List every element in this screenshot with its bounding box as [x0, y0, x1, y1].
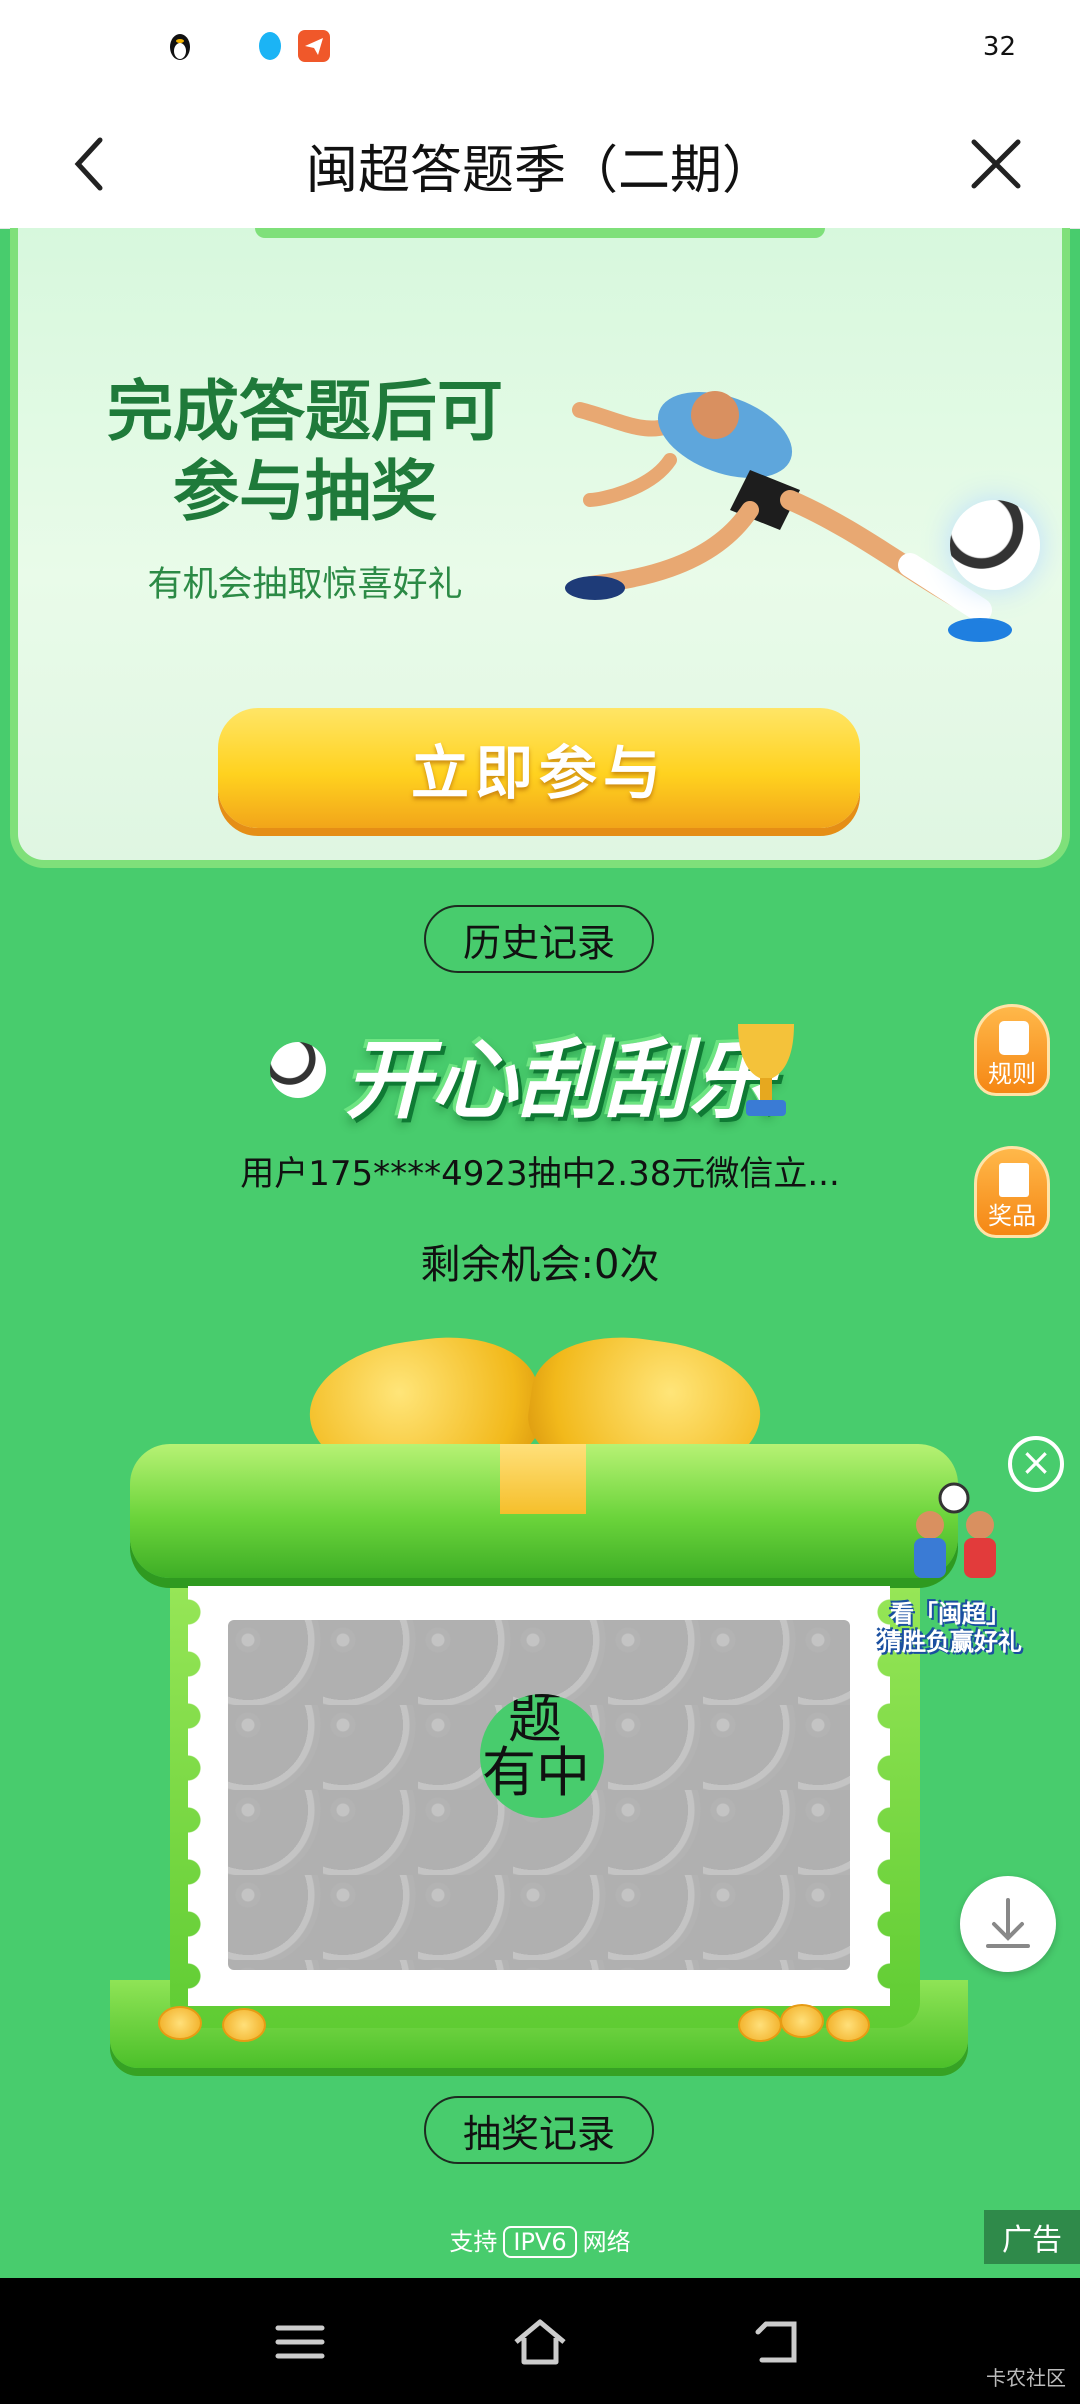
winner-ticker: 用户175****4923抽中2.38元微信立... — [240, 1154, 840, 1194]
qq-penguin-icon — [164, 30, 196, 62]
system-nav-bar: 卡农社区 — [0, 2278, 1080, 2404]
download-button[interactable] — [960, 1876, 1056, 1972]
menu-button[interactable] — [272, 2314, 328, 2370]
download-icon — [986, 1898, 1030, 1948]
soccer-ball-icon — [270, 1042, 326, 1098]
floating-ad-text[interactable]: 看「闽超」 猜胜负赢好礼 — [870, 1600, 1030, 1656]
promo-top-strip — [255, 228, 825, 238]
remaining-chances: 剩余机会:0次 — [420, 1242, 660, 1288]
draw-record-button[interactable]: 抽奖记录 — [424, 2096, 654, 2164]
coin-icon — [738, 2008, 782, 2042]
coin-icon — [158, 2006, 202, 2040]
status-bar: 32 — [0, 0, 1080, 100]
prizes-button[interactable]: 奖品 — [974, 1146, 1050, 1238]
close-icon — [971, 139, 1021, 189]
trophy-icon — [728, 1016, 804, 1122]
document-icon — [999, 1021, 1029, 1055]
gift-ribbon — [500, 1444, 586, 1514]
return-icon — [755, 2321, 797, 2363]
history-record-button[interactable]: 历史记录 — [424, 905, 654, 973]
page-title: 闽超答题季（二期） — [305, 141, 774, 201]
promo-subtitle: 有机会抽取惊喜好礼 — [147, 565, 463, 605]
status-time: 32 — [982, 32, 1016, 62]
home-button[interactable] — [510, 2314, 570, 2370]
qq-icon — [254, 30, 286, 62]
send-app-icon — [298, 30, 330, 62]
ad-tag: 广告 — [984, 2210, 1080, 2264]
menu-icon — [275, 2325, 325, 2359]
promo-headline: 完成答题后可 参与抽奖 — [107, 373, 503, 530]
back-nav-button[interactable] — [752, 2314, 808, 2370]
ipv6-support-note: 支持 IPV6 网络 — [449, 2226, 631, 2258]
rules-button[interactable]: 规则 — [974, 1004, 1050, 1096]
coin-icon — [780, 2004, 824, 2038]
join-now-button[interactable]: 立即参与 — [218, 708, 860, 828]
scratched-reveal: 题 有中 — [480, 1694, 604, 1818]
scratch-game-title: 开心刮刮乐 — [345, 1031, 775, 1131]
watermark: 卡农社区 — [986, 2366, 1066, 2390]
close-button[interactable] — [962, 130, 1030, 198]
glowing-ball-icon — [950, 500, 1040, 590]
coin-icon — [826, 2008, 870, 2042]
home-icon — [514, 2319, 566, 2365]
coin-icon — [222, 2008, 266, 2042]
gift-icon — [999, 1163, 1029, 1197]
top-nav-bar: 闽超答题季（二期） — [0, 100, 1080, 229]
